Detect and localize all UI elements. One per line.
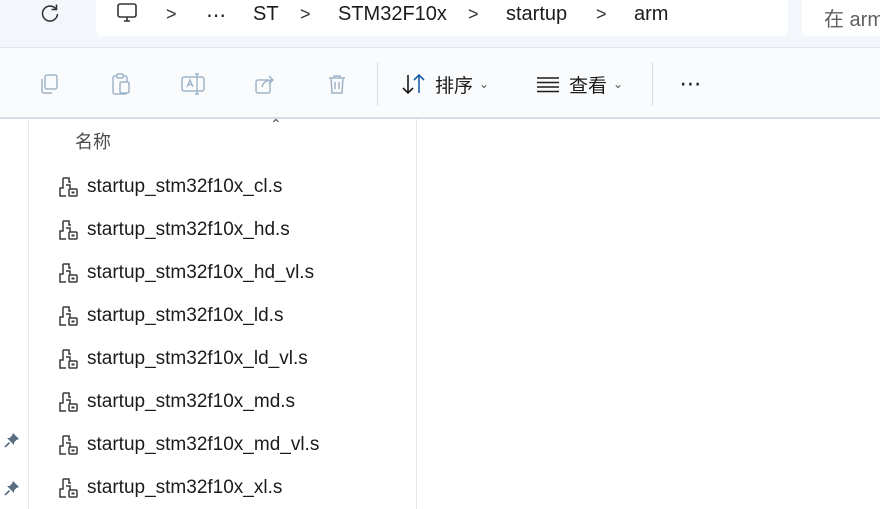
chevron-right-icon[interactable]: > [300, 4, 311, 25]
file-row[interactable]: startup_stm32f10x_md.s [56, 382, 414, 422]
asm-file-icon [56, 476, 80, 500]
file-name: startup_stm32f10x_ld.s [87, 305, 284, 326]
sort-icon [402, 73, 425, 95]
command-bar: 排序 ⌄ 查看 ⌄ ⋯ [0, 48, 880, 118]
asm-file-icon [56, 218, 80, 242]
computer-icon[interactable] [114, 2, 140, 24]
file-row[interactable]: startup_stm32f10x_md_vl.s [56, 425, 414, 465]
file-name: startup_stm32f10x_cl.s [87, 176, 283, 197]
file-name: startup_stm32f10x_xl.s [87, 477, 283, 498]
file-row[interactable]: startup_stm32f10x_hd.s [56, 210, 414, 250]
chevron-down-icon: ⌄ [613, 77, 624, 91]
file-row[interactable]: startup_stm32f10x_cl.s [56, 167, 414, 207]
asm-file-icon [56, 304, 80, 328]
delete-icon [329, 75, 345, 94]
sort-button[interactable]: 排序 ⌄ [401, 70, 489, 98]
chevron-right-icon[interactable]: > [166, 4, 177, 25]
refresh-icon [41, 4, 59, 22]
delete-button[interactable] [323, 70, 351, 98]
asm-file-icon [56, 347, 80, 371]
breadcrumb-item-startup[interactable]: startup [506, 3, 567, 26]
refresh-button[interactable] [34, 0, 66, 26]
search-placeholder: 在 arm [824, 9, 880, 31]
breadcrumb-overflow[interactable]: ⋯ [206, 3, 226, 28]
rename-icon [181, 73, 205, 95]
file-name: startup_stm32f10x_md.s [87, 391, 296, 412]
search-input[interactable]: 在 arm [802, 0, 880, 36]
more-options-button[interactable]: ⋯ [674, 71, 708, 96]
share-icon [255, 75, 275, 94]
rename-button[interactable] [179, 70, 207, 98]
chevron-down-icon: ⌄ [479, 77, 490, 91]
column-header-name[interactable]: 名称 [75, 128, 111, 154]
copy-icon [41, 74, 58, 94]
file-row[interactable]: startup_stm32f10x_hd_vl.s [56, 253, 414, 293]
navigation-pane [0, 119, 28, 509]
file-row[interactable]: startup_stm32f10x_ld.s [56, 296, 414, 336]
pin-icon[interactable] [3, 479, 21, 497]
pane-separator [28, 119, 29, 509]
breadcrumb-item-stm32f10x[interactable]: STM32F10x [338, 3, 447, 26]
view-button[interactable]: 查看 ⌄ [535, 70, 623, 98]
share-button[interactable] [251, 70, 279, 98]
file-row[interactable]: startup_stm32f10x_ld_vl.s [56, 339, 414, 379]
pin-icon[interactable] [3, 431, 21, 449]
breadcrumb[interactable]: > ⋯ ST > STM32F10x > startup > arm [96, 0, 788, 36]
file-name: startup_stm32f10x_hd_vl.s [87, 262, 315, 283]
chevron-right-icon[interactable]: > [596, 4, 607, 25]
file-row[interactable]: startup_stm32f10x_xl.s [56, 468, 414, 508]
file-name: startup_stm32f10x_hd.s [87, 219, 290, 240]
toolbar-separator [652, 62, 653, 106]
file-name: startup_stm32f10x_md_vl.s [87, 434, 320, 455]
asm-file-icon [56, 175, 80, 199]
view-icon [537, 77, 559, 93]
paste-icon [112, 73, 130, 95]
toolbar-border [0, 117, 880, 119]
asm-file-icon [56, 433, 80, 457]
chevron-right-icon[interactable]: > [468, 4, 479, 25]
copy-button[interactable] [35, 70, 63, 98]
column-divider[interactable] [416, 119, 417, 509]
file-name: startup_stm32f10x_ld_vl.s [87, 348, 308, 369]
toolbar-separator [377, 62, 378, 106]
sort-label: 排序 [435, 75, 474, 97]
asm-file-icon [56, 261, 80, 285]
breadcrumb-item-arm[interactable]: arm [634, 3, 668, 26]
view-label: 查看 [569, 75, 608, 97]
paste-button[interactable] [107, 70, 135, 98]
asm-file-icon [56, 390, 80, 414]
breadcrumb-item-st[interactable]: ST [253, 3, 279, 26]
sort-ascending-icon: ⌃ [270, 116, 282, 132]
address-bar-area: > ⋯ ST > STM32F10x > startup > arm 在 arm [0, 0, 880, 48]
